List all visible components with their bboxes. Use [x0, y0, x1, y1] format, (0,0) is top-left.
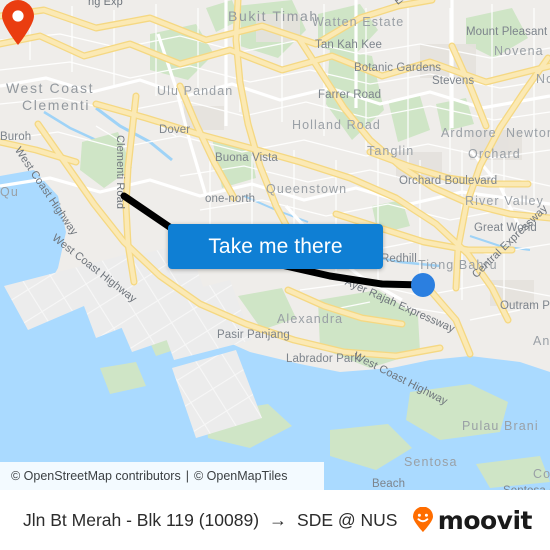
- moovit-trip-map-screen: Bukit Timahng ExpWatten EstateExpressway…: [0, 0, 550, 550]
- origin-pin-icon[interactable]: [0, 0, 36, 46]
- footer-bar: Jln Bt Merah - Blk 119 (10089) → SDE @ N…: [0, 490, 550, 550]
- attribution-maptiles[interactable]: © OpenMapTiles: [194, 469, 288, 483]
- attribution-osm[interactable]: © OpenStreetMap contributors: [11, 469, 181, 483]
- destination-dot-icon[interactable]: [411, 273, 435, 297]
- take-me-there-button[interactable]: Take me there: [168, 224, 383, 269]
- trip-title: Jln Bt Merah - Blk 119 (10089) → SDE @ N…: [23, 490, 397, 550]
- attribution-separator: |: [185, 469, 189, 483]
- map-attribution: © OpenStreetMap contributors | © OpenMap…: [0, 462, 324, 490]
- moovit-logo[interactable]: moovit: [410, 490, 533, 550]
- moovit-pin-icon: [412, 507, 433, 532]
- trip-origin: Jln Bt Merah - Blk 119 (10089): [23, 509, 260, 530]
- arrow-right-icon: →: [269, 509, 288, 530]
- moovit-wordmark: moovit: [437, 505, 533, 535]
- trip-destination: SDE @ NUS: [297, 509, 398, 530]
- map-canvas[interactable]: Bukit Timahng ExpWatten EstateExpressway…: [0, 0, 550, 490]
